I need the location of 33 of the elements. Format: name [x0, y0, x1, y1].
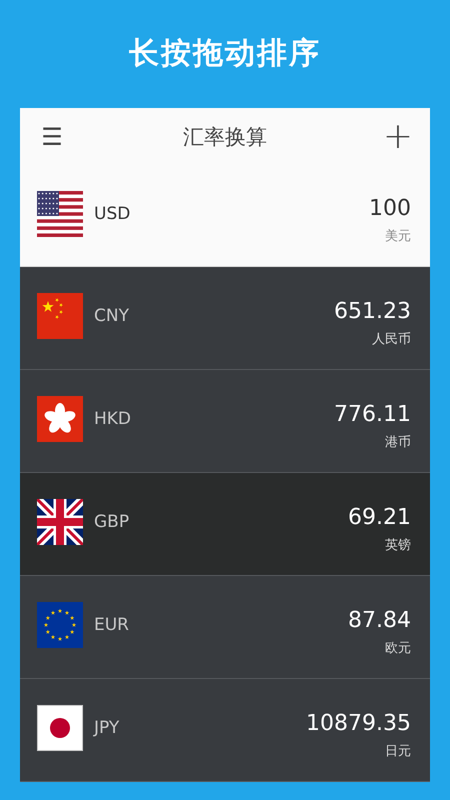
flag-icon — [37, 293, 83, 339]
flag-icon — [37, 499, 83, 545]
currency-name: 人民币 — [372, 330, 411, 348]
currency-code: JPY — [94, 718, 120, 738]
currency-code: GBP — [94, 512, 130, 532]
currency-name: 英镑 — [385, 536, 411, 554]
add-button[interactable]: + — [382, 118, 413, 154]
menu-button[interactable]: ☰ — [37, 122, 67, 150]
currency-code: EUR — [94, 615, 130, 635]
amount: 10879.35 — [306, 710, 411, 736]
flag-icon — [37, 190, 83, 236]
flag-icon — [37, 602, 83, 648]
currency-row[interactable]: HKD 776.11 港币 — [20, 370, 430, 473]
currency-code: HKD — [94, 409, 132, 429]
currency-name: 美元 — [385, 228, 411, 245]
currency-name: 欧元 — [385, 640, 411, 656]
currency-row[interactable]: JPY 10879.35 日元 — [20, 679, 430, 782]
flag-icon — [37, 705, 83, 751]
currency-row[interactable]: CNY 651.23 人民币 — [20, 267, 430, 370]
currency-code: CNY — [94, 306, 130, 326]
amount: 100 — [369, 196, 411, 221]
amount: 651.23 — [334, 298, 411, 324]
amount: 776.11 — [334, 402, 411, 426]
currency-name: 港币 — [385, 434, 411, 450]
currency-row[interactable]: EUR 87.84 欧元 — [20, 576, 430, 679]
currency-row[interactable]: GBP 69.21 英镑 — [20, 473, 430, 576]
currency-name: 日元 — [385, 742, 411, 760]
flag-icon — [37, 396, 83, 442]
caption: 长按拖动排序 — [129, 34, 321, 72]
amount: 87.84 — [348, 608, 411, 632]
currency-code: USD — [94, 204, 132, 224]
app-title: 汇率换算 — [182, 124, 267, 150]
amount: 69.21 — [348, 504, 411, 530]
